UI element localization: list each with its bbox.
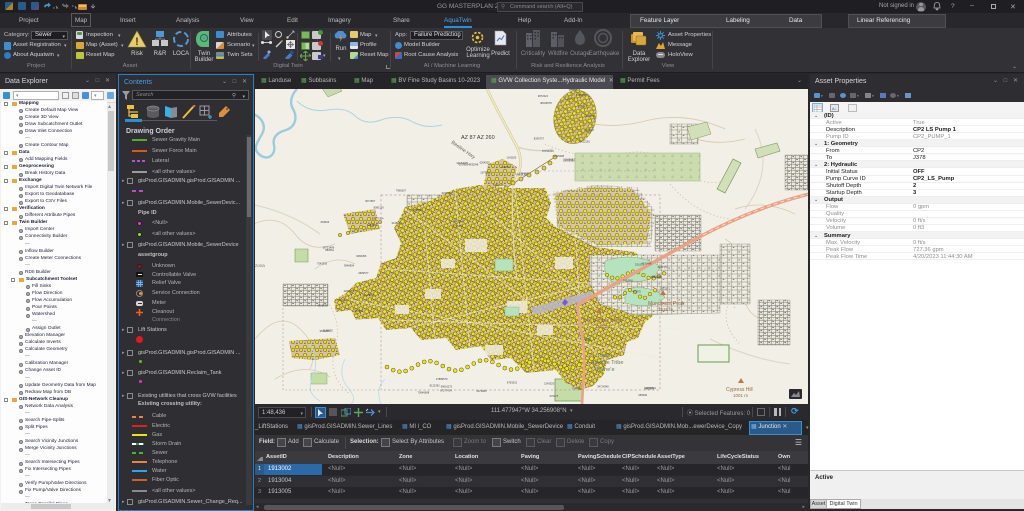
- svg-text:27889579: 27889579: [436, 377, 448, 381]
- svg-text:1001 m: 1001 m: [733, 393, 748, 398]
- svg-text:2735454: 2735454: [453, 224, 464, 228]
- svg-text:1079911: 1079911: [480, 171, 490, 175]
- svg-text:7996507: 7996507: [396, 188, 407, 192]
- svg-text:0812191: 0812191: [580, 139, 591, 143]
- svg-text:1343320: 1343320: [544, 381, 555, 385]
- svg-text:1535 m: 1535 m: [658, 307, 673, 312]
- svg-text:zona: zona: [255, 263, 265, 268]
- svg-text:500978: 500978: [586, 114, 595, 118]
- svg-text:0671657: 0671657: [365, 199, 376, 203]
- svg-text:4935348: 4935348: [468, 163, 479, 167]
- svg-text:106513: 106513: [585, 128, 594, 132]
- svg-text:128059: 128059: [501, 165, 510, 169]
- svg-text:0923271: 0923271: [660, 287, 671, 291]
- svg-text:518347: 518347: [578, 104, 587, 108]
- svg-text:8083136: 8083136: [374, 205, 385, 209]
- svg-text:465375: 465375: [632, 289, 641, 293]
- svg-text:Apache Tribe: Apache Tribe: [591, 360, 623, 366]
- svg-text:Dilzheʼe: Dilzheʼe: [595, 367, 615, 373]
- svg-text:8299737: 8299737: [534, 137, 545, 141]
- svg-text:AZ 87 AZ 260: AZ 87 AZ 260: [461, 135, 495, 141]
- svg-text:9946804: 9946804: [344, 264, 355, 268]
- svg-text:586518: 586518: [652, 275, 661, 279]
- svg-text:6193990: 6193990: [576, 93, 587, 97]
- svg-text:34714345: 34714345: [597, 384, 609, 388]
- svg-text:6349578: 6349578: [442, 191, 453, 195]
- svg-text:6464170: 6464170: [658, 265, 669, 269]
- svg-text:4278680: 4278680: [458, 162, 469, 166]
- svg-text:38721489: 38721489: [323, 246, 335, 250]
- svg-text:54145868: 54145868: [362, 293, 374, 297]
- svg-text:3699577: 3699577: [358, 271, 369, 275]
- svg-text:99016272: 99016272: [441, 385, 453, 389]
- svg-text:4190496: 4190496: [642, 261, 653, 265]
- svg-text:87234309: 87234309: [542, 149, 554, 153]
- svg-text:6482366: 6482366: [356, 254, 367, 258]
- svg-text:31781080: 31781080: [563, 159, 575, 163]
- svg-text:3872624: 3872624: [538, 94, 549, 98]
- svg-text:6763201: 6763201: [507, 380, 518, 384]
- svg-text:7346706: 7346706: [572, 387, 583, 391]
- svg-text:38346578: 38346578: [540, 101, 552, 105]
- svg-text:9301031: 9301031: [554, 89, 565, 90]
- svg-text:6272980: 6272980: [476, 389, 487, 393]
- svg-text:7543303: 7543303: [317, 262, 328, 266]
- svg-text:326773: 326773: [567, 96, 576, 100]
- svg-text:8122362: 8122362: [430, 384, 441, 388]
- svg-text:Tonto: Tonto: [597, 353, 610, 359]
- svg-text:atc: atc: [585, 337, 592, 342]
- svg-text:87277434: 87277434: [440, 389, 452, 393]
- svg-text:70546688: 70546688: [418, 390, 430, 394]
- svg-text:13315098: 13315098: [553, 154, 565, 158]
- svg-text:1241182: 1241182: [506, 155, 516, 159]
- svg-text:693406: 693406: [321, 220, 330, 224]
- svg-text:1665876: 1665876: [644, 387, 655, 391]
- svg-text:699854: 699854: [569, 89, 578, 91]
- svg-text:3135182: 3135182: [392, 221, 403, 225]
- svg-text:2260256: 2260256: [344, 289, 355, 293]
- svg-text:7452991: 7452991: [623, 278, 634, 282]
- svg-text:5346247: 5346247: [493, 183, 504, 187]
- svg-text:1562 m: 1562 m: [595, 324, 610, 329]
- svg-text:6284987: 6284987: [367, 223, 378, 227]
- svg-text:69453147: 69453147: [453, 219, 465, 223]
- svg-text:83777014: 83777014: [372, 216, 384, 220]
- svg-text:2784980: 2784980: [519, 171, 530, 175]
- svg-text:6855744: 6855744: [413, 208, 424, 212]
- svg-text:!: !: [135, 36, 139, 48]
- svg-text:366909: 366909: [638, 393, 647, 397]
- svg-text:379176: 379176: [550, 394, 559, 398]
- svg-text:4216073: 4216073: [317, 304, 328, 308]
- svg-text:0142940: 0142940: [339, 298, 350, 302]
- svg-text:9514846: 9514846: [320, 329, 331, 333]
- svg-text:6204505: 6204505: [480, 160, 491, 164]
- svg-text:965569: 965569: [354, 309, 363, 313]
